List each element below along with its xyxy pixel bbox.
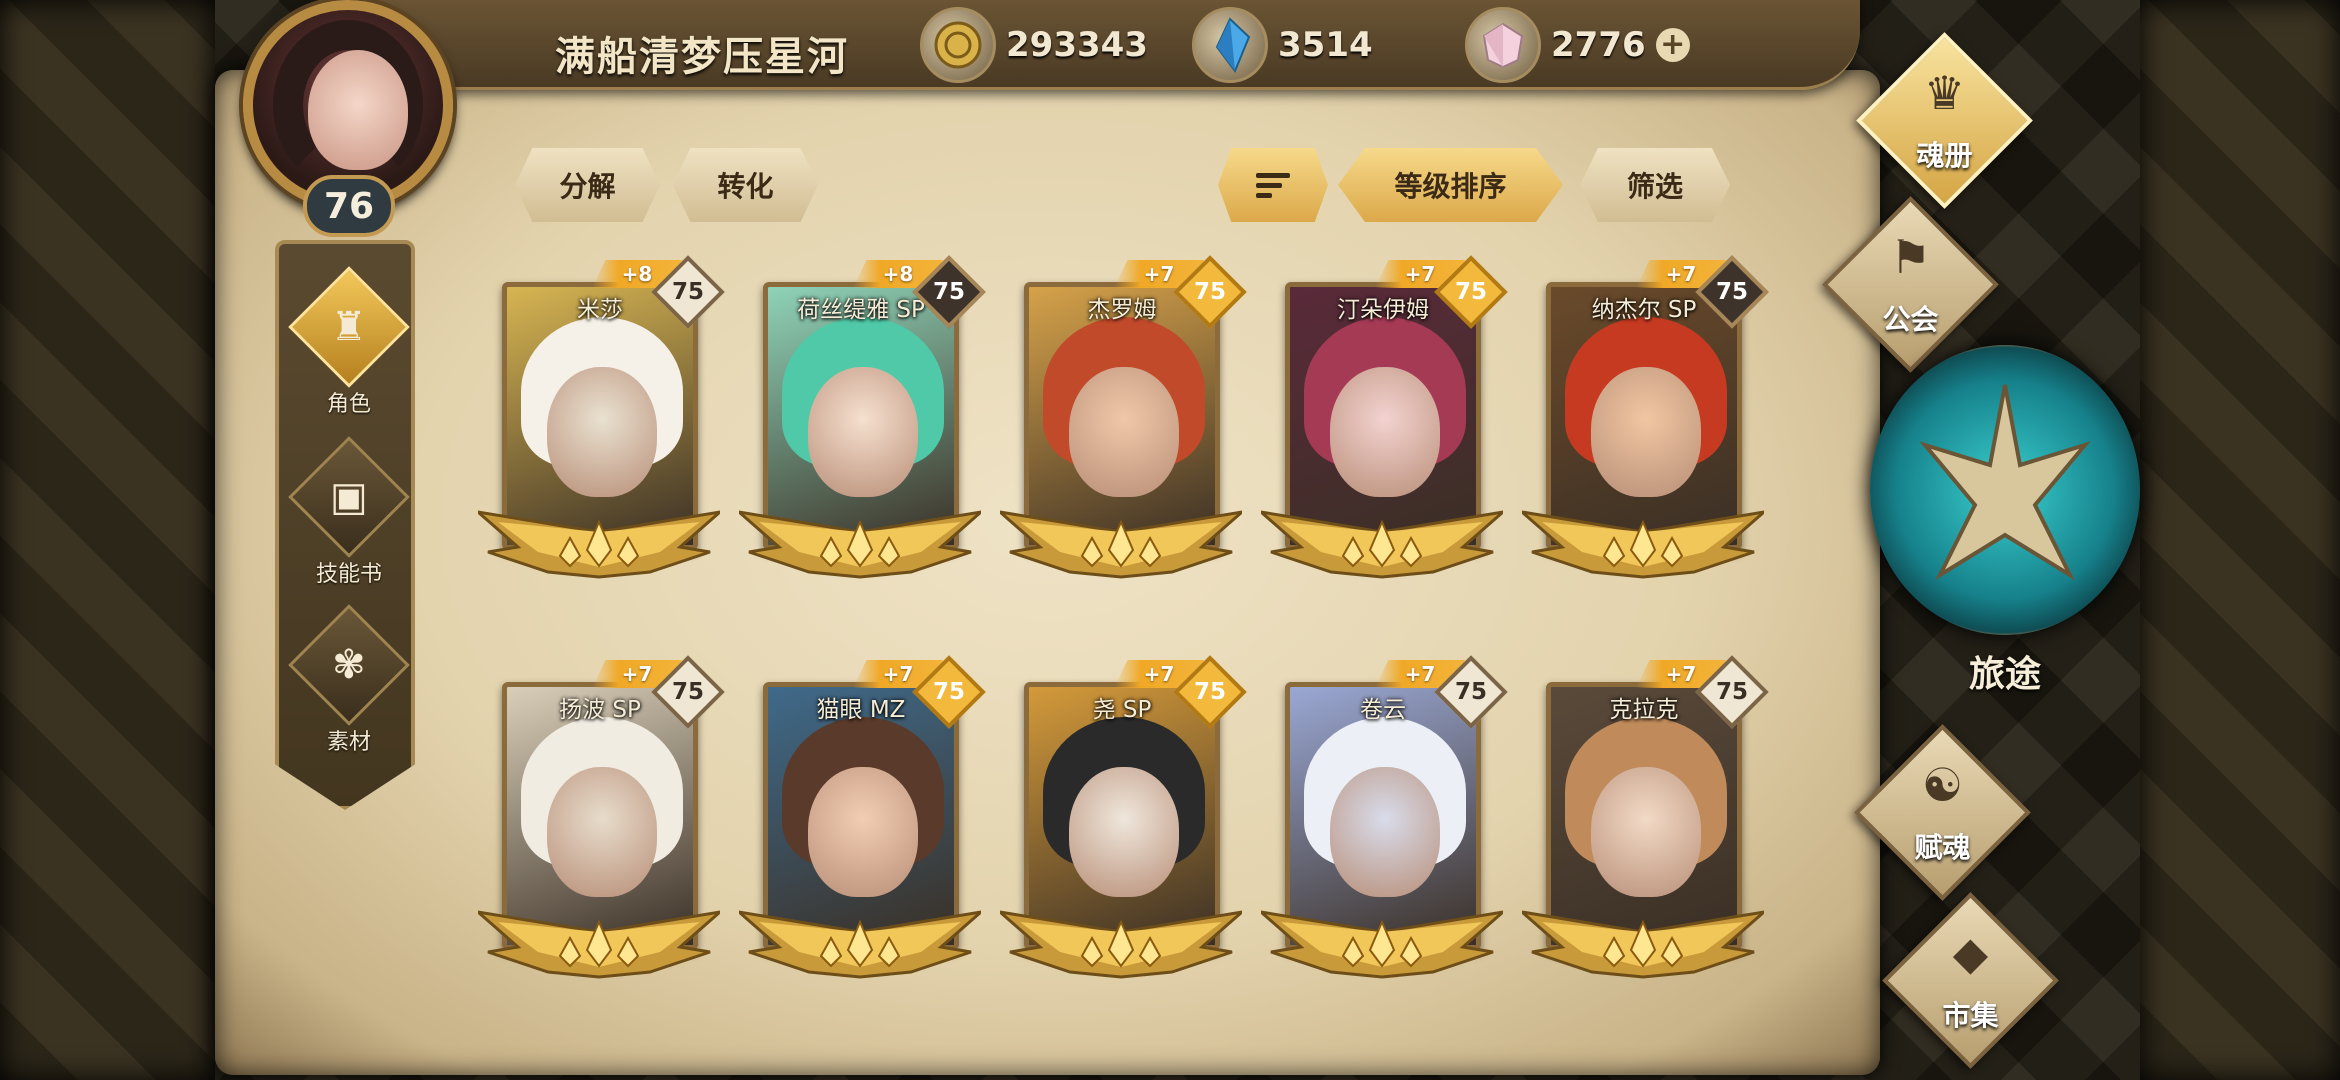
gem-icon (1465, 7, 1541, 83)
convert-button[interactable]: 转化 (673, 148, 818, 222)
character-level: 75 (671, 679, 704, 705)
player-name: 满船清梦压星河 (555, 34, 849, 80)
coin-icon (920, 7, 996, 83)
gold-value: 293343 (1006, 25, 1148, 65)
character-level: 75 (1715, 679, 1748, 705)
character-level: 75 (1454, 679, 1487, 705)
filter-button[interactable]: 筛选 (1580, 148, 1730, 222)
nav-label-material: 素材 (326, 730, 371, 755)
journey-label: 旅途 (1968, 654, 2041, 695)
menu-guild[interactable]: ⚑ 公会 (1818, 196, 1999, 373)
star-wings-icon (1000, 510, 1242, 579)
character-level: 75 (932, 279, 965, 305)
character-card[interactable]: 猫眼 MZ +7 75 (739, 655, 986, 980)
nav-item-character[interactable]: ♜ 角色 (279, 266, 415, 418)
star-wings-icon (1522, 510, 1764, 579)
helmet-icon: ♜ (331, 303, 367, 350)
sort-icon (1256, 172, 1290, 198)
star-wings-icon (1261, 910, 1503, 979)
star-wings-icon (1261, 510, 1503, 579)
left-border-decor (0, 0, 215, 1080)
crystal-icon (1192, 7, 1268, 83)
character-card[interactable]: 卷云 +7 75 (1261, 655, 1508, 980)
decompose-button[interactable]: 分解 (515, 148, 660, 222)
star-wings-icon (739, 510, 981, 579)
menu-label-soul-book: 魂册 (1916, 139, 1973, 172)
sort-by-level-button[interactable]: 等级排序 (1338, 148, 1563, 222)
guild-icon: ⚑ (1889, 230, 1932, 284)
resource-crystal[interactable]: 3514 (1192, 7, 1373, 83)
character-card[interactable]: 杰罗姆 +7 75 (1000, 255, 1247, 580)
gem-value: 2776 (1551, 25, 1646, 65)
resource-gold[interactable]: 293343 (920, 7, 1148, 83)
menu-label-market: 市集 (1942, 999, 1999, 1032)
game-screen: { "player": {"name": "满船清梦压星河", "level":… (0, 0, 2340, 1080)
crystal-value: 3514 (1278, 25, 1373, 65)
player-avatar[interactable]: 76 (215, 0, 485, 240)
star-wings-icon (1000, 910, 1242, 979)
menu-market[interactable]: ◆ 市集 (1878, 892, 2059, 1069)
character-level: 75 (1193, 679, 1226, 705)
nav-item-skillbook[interactable]: ▣ 技能书 (279, 436, 415, 588)
journey-emblem-icon (1870, 345, 2140, 635)
character-level: 75 (1454, 279, 1487, 305)
book-icon: ▣ (330, 473, 368, 520)
resource-gem[interactable]: 2776 + (1465, 7, 1690, 83)
market-icon: ◆ (1952, 926, 1989, 980)
right-border-decor (2140, 0, 2340, 1080)
nav-label-character: 角色 (326, 392, 371, 417)
character-card[interactable]: 扬波 SP +7 75 (478, 655, 725, 980)
soul-flame-icon: ☯ (1921, 758, 1964, 812)
character-level: 75 (932, 679, 965, 705)
star-wings-icon (739, 910, 981, 979)
character-level: 75 (671, 279, 704, 305)
character-card[interactable]: 荷丝缇雅 SP +8 75 (739, 255, 986, 580)
character-card[interactable]: 纳杰尔 SP +7 75 (1522, 255, 1769, 580)
menu-soul-infuse[interactable]: ☯ 赋魂 (1850, 724, 2031, 901)
nav-label-skillbook: 技能书 (315, 562, 382, 587)
character-card[interactable]: 米莎 +8 75 (478, 255, 725, 580)
character-card[interactable]: 克拉克 +7 75 (1522, 655, 1769, 980)
character-card[interactable]: 尧 SP +7 75 (1000, 655, 1247, 980)
soul-book-icon: ♛ (1923, 66, 1966, 120)
material-icon: ✾ (332, 641, 366, 688)
journey-button[interactable]: 旅途 (1870, 345, 2140, 725)
add-gem-button[interactable]: + (1655, 28, 1690, 62)
menu-soul-book[interactable]: ♛ 魂册 (1852, 32, 2033, 209)
character-card[interactable]: 汀朵伊姆 +7 75 (1261, 255, 1508, 580)
menu-label-guild: 公会 (1882, 303, 1939, 336)
nav-item-material[interactable]: ✾ 素材 (279, 604, 415, 756)
star-wings-icon (478, 910, 720, 979)
star-wings-icon (1522, 910, 1764, 979)
left-nav: ♜ 角色 ▣ 技能书 ✾ 素材 (275, 240, 415, 810)
player-level-badge: 76 (303, 175, 395, 237)
star-wings-icon (478, 510, 720, 579)
sort-order-button[interactable] (1218, 148, 1328, 222)
character-level: 75 (1193, 279, 1226, 305)
character-level: 75 (1715, 279, 1748, 305)
menu-label-soul-infuse: 赋魂 (1914, 831, 1971, 864)
